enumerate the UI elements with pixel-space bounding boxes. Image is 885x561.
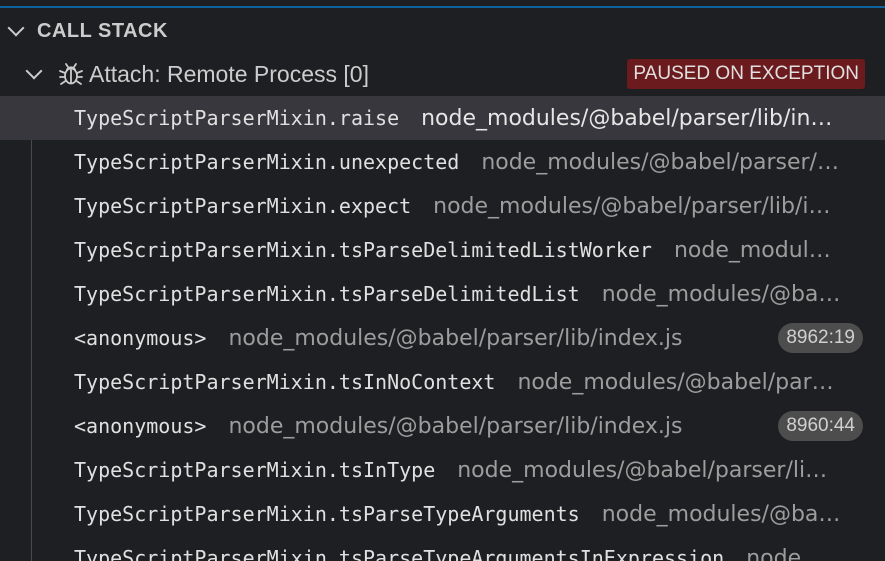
frame-function-name: TypeScriptParserMixin.raise [74,106,400,130]
frame-file-path: node_modules/@babel/parser/lib/index.js [433,193,841,219]
call-stack-header[interactable]: CALL STACK [0,12,885,50]
stack-frame-row[interactable]: TypeScriptParserMixin.tsParseTypeArgumen… [0,536,885,561]
section-title: CALL STACK [37,19,168,42]
frame-file-path: node_modules/@babel/parser/lib/index.js [517,369,841,395]
stack-frame-row[interactable]: TypeScriptParserMixin.tsParseDelimitedLi… [0,228,885,272]
frame-function-name: TypeScriptParserMixin.tsParseDelimitedLi… [74,282,580,306]
frame-file-path: node_modules/@babel/parser/lib/index.js [481,149,841,175]
frame-file-path: node_modules/@babel/parser/lib/index.js [673,237,841,263]
panel-focus-border [0,0,885,8]
frame-file-path: node_modules/@babel/parser/lib/index.js [457,457,841,483]
frame-function-name: TypeScriptParserMixin.tsParseDelimitedLi… [74,238,652,262]
chevron-down-icon[interactable] [25,62,43,80]
line-column-badge: 8962:19 [778,323,863,353]
chevron-down-icon[interactable] [7,19,25,37]
stack-frame-row[interactable]: TypeScriptParserMixin.unexpected node_mo… [0,140,885,184]
frame-function-name: TypeScriptParserMixin.unexpected [74,150,460,174]
stack-frame-row[interactable]: <anonymous> node_modules/@babel/parser/l… [0,404,885,448]
frame-function-name: TypeScriptParserMixin.expect [74,194,412,218]
stack-frame-row[interactable]: TypeScriptParserMixin.tsInType node_modu… [0,448,885,492]
stack-frame-list: TypeScriptParserMixin.raise node_modules… [0,96,885,561]
frame-function-name: TypeScriptParserMixin.tsInNoContext [74,370,496,394]
debug-session-row[interactable]: Attach: Remote Process [0] PAUSED ON EXC… [0,54,885,94]
stack-frame-row[interactable]: TypeScriptParserMixin.tsParseTypeArgumen… [0,492,885,536]
status-badge: PAUSED ON EXCEPTION [627,59,865,89]
stack-frame-row[interactable]: TypeScriptParserMixin.raise node_modules… [0,96,885,140]
frame-file-path: node_modules/@babel/parser/lib/index.js [228,413,683,439]
frame-file-path: node_modules/@babel/parser/lib/index.js [421,105,841,131]
frame-function-name: TypeScriptParserMixin.tsInType [74,458,436,482]
session-label: Attach: Remote Process [0] [89,60,369,87]
stack-frame-row[interactable]: <anonymous> node_modules/@babel/parser/l… [0,316,885,360]
stack-frame-row[interactable]: TypeScriptParserMixin.tsInNoContext node… [0,360,885,404]
stack-frame-row[interactable]: TypeScriptParserMixin.expect node_module… [0,184,885,228]
frame-function-name: <anonymous> [74,414,207,438]
frame-function-name: <anonymous> [74,326,207,350]
frame-file-path: node_modules/@babel/parser/lib/index.js [746,545,841,561]
line-column-badge: 8960:44 [778,411,863,441]
frame-file-path: node_modules/@babel/parser/lib/index.js [601,501,841,527]
bug-icon [57,60,85,88]
frame-function-name: TypeScriptParserMixin.tsParseTypeArgumen… [74,502,580,526]
frame-function-name: TypeScriptParserMixin.tsParseTypeArgumen… [74,546,725,561]
frame-file-path: node_modules/@babel/parser/lib/index.js [601,281,841,307]
frame-file-path: node_modules/@babel/parser/lib/index.js [228,325,683,351]
stack-frame-row[interactable]: TypeScriptParserMixin.tsParseDelimitedLi… [0,272,885,316]
